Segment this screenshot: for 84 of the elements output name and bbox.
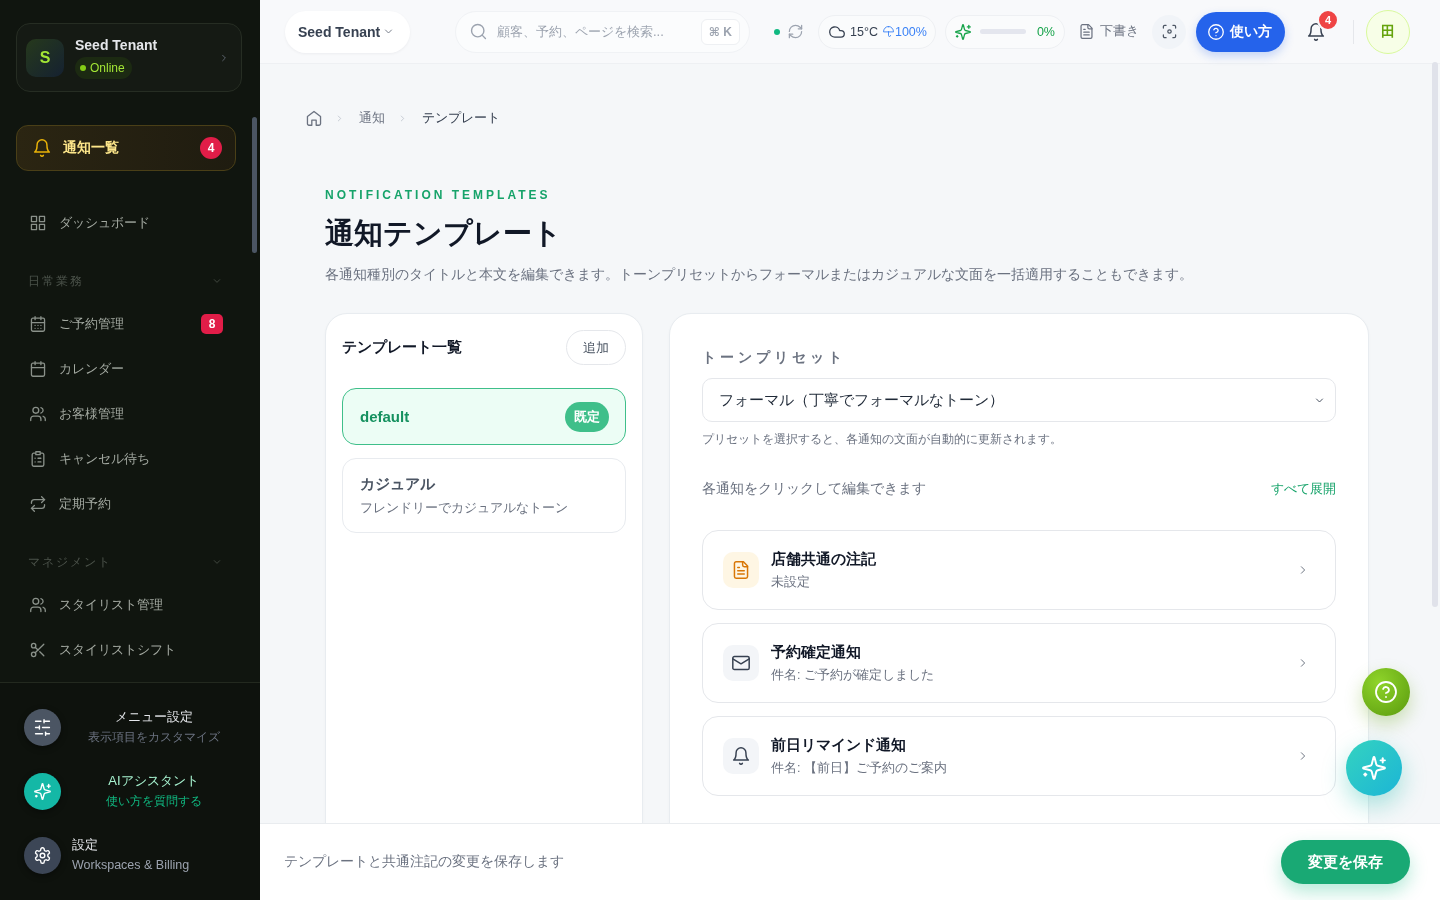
template-item[interactable]: default 既定 bbox=[342, 388, 626, 445]
nav-item[interactable]: スタイリスト管理 bbox=[16, 582, 236, 627]
status-dot-icon bbox=[80, 65, 86, 71]
status-label: Online bbox=[90, 61, 125, 75]
select-help-text: プリセットを選択すると、各通知の文面が自動的に更新されます。 bbox=[702, 431, 1063, 447]
search-input[interactable]: 顧客、予約、ページを検索... bbox=[497, 24, 701, 39]
search-icon bbox=[470, 23, 487, 40]
chevron-down-icon bbox=[212, 276, 222, 286]
notification-item[interactable]: 予約確定通知 件名: ご予約が確定しました bbox=[702, 623, 1336, 703]
nav-item[interactable]: 定期予約 bbox=[16, 481, 236, 526]
tenant-avatar: S bbox=[26, 38, 64, 77]
people-icon bbox=[30, 405, 46, 422]
panel-title: テンプレート一覧 bbox=[342, 338, 462, 357]
template-item[interactable]: カジュアル フレンドリーでカジュアルなトーン bbox=[342, 458, 626, 533]
nav-item[interactable]: キャンセル待ち bbox=[16, 436, 236, 481]
add-button[interactable]: 追加 bbox=[566, 330, 626, 365]
tenant-switcher[interactable]: S Seed Tenant Online bbox=[16, 23, 242, 92]
settings-button[interactable]: 設定 Workspaces & Billing bbox=[0, 823, 260, 887]
menu-settings-button[interactable]: メニュー設定 表示項目をカスタマイズ bbox=[0, 695, 260, 759]
sliders-icon bbox=[24, 708, 61, 746]
default-badge: 既定 bbox=[565, 401, 609, 432]
help-icon bbox=[1208, 23, 1224, 40]
nav-item[interactable]: ご予約管理 8 bbox=[16, 301, 236, 346]
bell-icon bbox=[33, 139, 51, 157]
tone-select[interactable]: フォーマル（丁寧でフォーマルなトーン） bbox=[702, 378, 1336, 422]
document-icon bbox=[1079, 24, 1094, 39]
chevron-down-icon bbox=[212, 557, 222, 567]
tenant-select[interactable]: Seed Tenant bbox=[285, 10, 410, 53]
repeat-arrows-icon bbox=[30, 495, 46, 512]
scrollbar-thumb[interactable] bbox=[252, 117, 257, 253]
home-icon[interactable] bbox=[306, 110, 322, 126]
bell-icon bbox=[723, 738, 759, 774]
help-icon bbox=[1375, 681, 1397, 703]
notification-button[interactable] bbox=[1306, 21, 1326, 42]
breadcrumb-current: テンプレート bbox=[422, 109, 500, 127]
umbrella-icon bbox=[882, 26, 894, 37]
sparkle-icon bbox=[1362, 756, 1386, 780]
temperature-text: 15°C bbox=[850, 24, 878, 39]
draft-button[interactable]: 下書き bbox=[1079, 23, 1139, 40]
help-button[interactable]: 使い方 bbox=[1196, 11, 1285, 52]
chevron-right-icon bbox=[335, 113, 344, 123]
calendar-icon bbox=[30, 360, 46, 377]
grid-icon bbox=[30, 214, 46, 231]
scan-button[interactable] bbox=[1152, 14, 1186, 49]
save-bar-message: テンプレートと共通注記の変更を保存します bbox=[284, 853, 564, 871]
tenant-name: Seed Tenant bbox=[75, 36, 158, 54]
sparkle-icon bbox=[24, 772, 61, 810]
nav-item[interactable]: お客様管理 bbox=[16, 391, 236, 436]
notification-item[interactable]: 店舗共通の注記 未設定 bbox=[702, 530, 1336, 610]
calendar-icon bbox=[30, 315, 46, 332]
keyboard-shortcut: ⌘ K bbox=[700, 18, 740, 45]
nav-item[interactable]: 通知一覧 4 bbox=[16, 125, 236, 171]
settings-icon bbox=[24, 836, 61, 874]
cloud-icon bbox=[829, 23, 845, 40]
page-title: 通知テンプレート bbox=[325, 216, 563, 251]
clipboard-icon bbox=[30, 450, 46, 467]
notification-item[interactable]: 前日リマインド通知 件名: 【前日】ご予約のご案内 bbox=[702, 716, 1336, 796]
scissors-icon bbox=[30, 641, 46, 658]
ai-assistant-button[interactable]: AIアシスタント 使い方を質問する bbox=[0, 759, 260, 823]
count-badge: 8 bbox=[201, 313, 223, 334]
scan-icon bbox=[1161, 24, 1177, 39]
ai-assistant-floating-button[interactable] bbox=[1346, 740, 1402, 796]
help-floating-button[interactable] bbox=[1362, 668, 1410, 716]
precipitation-text: 100% bbox=[894, 24, 927, 39]
usage-percent-text: 0% bbox=[1036, 24, 1055, 39]
page-description: 各通知種別のタイトルと本文を編集できます。トーンプリセットからフォーマルまたはカジュアルな文面を一括適用することもできます。 bbox=[325, 266, 1194, 284]
chevron-right-icon bbox=[398, 113, 407, 123]
count-badge: 4 bbox=[200, 137, 222, 159]
tone-preset-label: トーンプリセット bbox=[702, 348, 847, 366]
chevron-right-icon bbox=[219, 52, 229, 63]
sparkle-icon bbox=[954, 23, 971, 40]
nav-item[interactable]: スタイリストシフト bbox=[16, 627, 236, 672]
people-icon bbox=[30, 596, 46, 613]
notification-count-badge: 4 bbox=[1317, 8, 1339, 31]
nav-item[interactable]: ダッシュボード bbox=[16, 200, 236, 245]
list-hint-text: 各通知をクリックして編集できます bbox=[702, 480, 926, 498]
breadcrumb-link[interactable]: 通知 bbox=[359, 109, 385, 127]
mail-icon bbox=[723, 645, 759, 681]
nav-item[interactable]: カレンダー bbox=[16, 346, 236, 391]
bell-icon bbox=[1307, 22, 1325, 41]
page-eyebrow: NOTIFICATION TEMPLATES bbox=[325, 187, 552, 203]
refresh-icon[interactable] bbox=[788, 24, 803, 39]
scrollbar-thumb[interactable] bbox=[1432, 62, 1438, 607]
document-icon bbox=[723, 552, 759, 588]
